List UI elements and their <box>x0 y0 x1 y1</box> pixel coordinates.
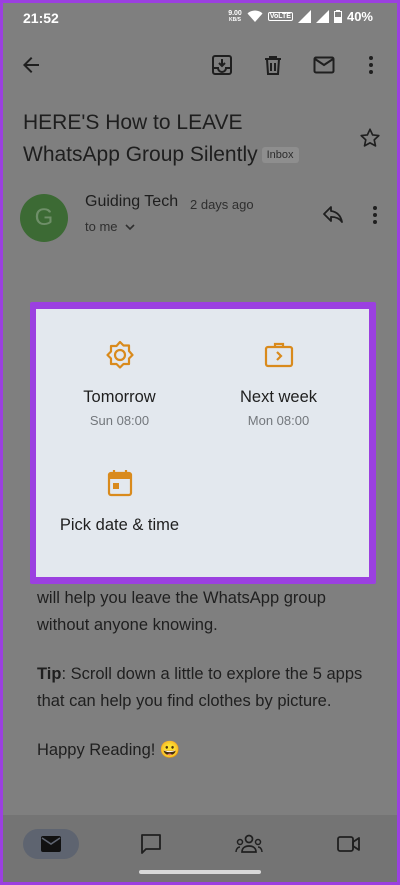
nav-chat[interactable] <box>123 829 179 859</box>
signal-icon <box>297 10 311 23</box>
more-vert-icon[interactable] <box>359 53 383 77</box>
net-speed-value: 9.00 <box>228 9 242 17</box>
battery-percent: 40% <box>346 9 373 24</box>
email-subject-text: HERE'S How to LEAVE WhatsApp Group Silen… <box>23 111 258 166</box>
recipient-details[interactable]: to me <box>85 219 136 234</box>
meet-people-icon <box>235 834 263 853</box>
net-speed-unit: KB/S <box>229 16 241 23</box>
net-speed: 9.00 KB/S <box>228 10 242 24</box>
email-subject: HERE'S How to LEAVE WhatsApp Group Silen… <box>23 107 343 171</box>
sender-avatar[interactable]: G <box>20 194 68 242</box>
option-label: Tomorrow <box>83 388 156 406</box>
star-icon[interactable] <box>359 127 381 149</box>
nav-meet[interactable] <box>321 829 377 859</box>
calendar-icon <box>107 470 132 497</box>
archive-icon[interactable] <box>210 53 234 77</box>
tip-label: Tip <box>37 665 62 683</box>
gesture-bar[interactable] <box>139 870 261 874</box>
inbox-label-badge[interactable]: Inbox <box>261 147 299 164</box>
snooze-dialog: Tomorrow Sun 08:00 Next week Mon 08:00 P… <box>36 309 369 577</box>
sender-name[interactable]: Guiding Tech <box>85 193 178 211</box>
nav-mail[interactable] <box>23 829 79 859</box>
tip-paragraph: Tip: Scroll down a little to explore the… <box>37 661 367 715</box>
tip-text: : Scroll down a little to explore the 5 … <box>37 665 363 710</box>
snooze-pick-date-option[interactable]: Pick date & time <box>52 467 187 535</box>
snooze-tomorrow-option[interactable]: Tomorrow Sun 08:00 <box>52 339 187 428</box>
wifi-icon <box>247 10 263 22</box>
message-more-icon[interactable] <box>363 203 387 227</box>
sun-icon <box>105 340 134 369</box>
chevron-down-icon <box>124 223 135 230</box>
body-paragraph: will help you leave the WhatsApp group w… <box>37 589 326 634</box>
reply-icon[interactable] <box>321 203 345 227</box>
closing-paragraph: Happy Reading! 😀 <box>37 741 181 759</box>
volte-badge: VoLTE <box>267 12 293 21</box>
snooze-next-week-option[interactable]: Next week Mon 08:00 <box>211 339 346 428</box>
option-time: Sun 08:00 <box>89 413 150 428</box>
email-body: will help you leave the WhatsApp group w… <box>37 585 367 786</box>
chat-icon <box>141 834 161 854</box>
status-time: 21:52 <box>23 10 59 26</box>
battery-icon <box>333 10 342 23</box>
status-indicators: 9.00 KB/S VoLTE 40% <box>228 9 373 24</box>
recipient-text: to me <box>85 219 118 234</box>
option-label: Next week <box>239 388 318 406</box>
status-bar: 21:52 9.00 KB/S VoLTE 40% <box>3 3 397 35</box>
nav-spaces[interactable] <box>221 829 277 859</box>
delete-icon[interactable] <box>261 53 285 77</box>
back-arrow-icon[interactable] <box>19 53 43 77</box>
option-label: Pick date & time <box>59 516 180 534</box>
signal-icon-2 <box>315 10 329 23</box>
briefcase-icon <box>264 342 293 368</box>
option-time: Mon 08:00 <box>247 413 310 428</box>
mail-icon <box>41 836 61 852</box>
video-icon <box>337 836 360 852</box>
mark-unread-icon[interactable] <box>312 53 336 77</box>
sent-time: 2 days ago <box>190 197 254 212</box>
